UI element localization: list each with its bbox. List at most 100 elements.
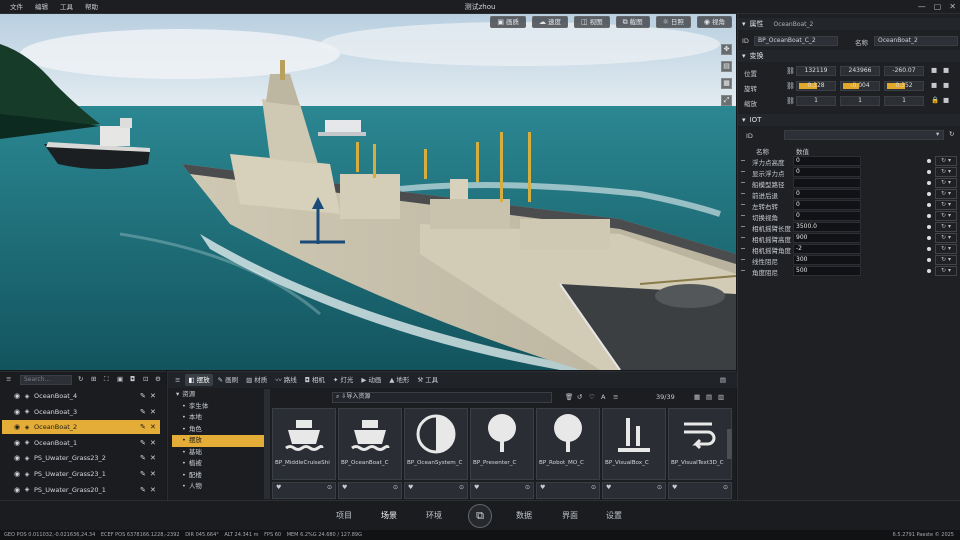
move-icon[interactable]: ✥ (721, 44, 732, 55)
edit-icon[interactable]: ✎ (140, 470, 150, 478)
favorite-icon[interactable]: ♥ (606, 484, 611, 491)
position-z-field[interactable]: -260.07 (884, 66, 924, 76)
edit-icon[interactable]: ✎ (140, 423, 150, 431)
screenshot-icon[interactable]: ▣ (117, 375, 123, 383)
asset-card[interactable]: BP_VisualBox_C (602, 408, 666, 480)
keyframe-icon[interactable] (927, 170, 931, 174)
settings-icon[interactable]: ⚙ (155, 375, 161, 383)
sync-icon[interactable]: ↻ ▾ (935, 178, 957, 188)
edit-icon[interactable]: ✎ (140, 392, 150, 400)
keyframe-icon[interactable] (927, 203, 931, 207)
tab-route[interactable]: 〰路线 (272, 374, 300, 386)
iot-param-value[interactable]: 0 (793, 200, 861, 210)
screenshot-button[interactable]: ⧉ 截图 (615, 16, 650, 28)
nav-project[interactable]: 项目 (336, 510, 352, 521)
id-field[interactable]: BP_OceanBoat_C_2 (754, 36, 838, 46)
nav-scene[interactable]: 场景 (381, 510, 397, 521)
camera-icon[interactable]: ◘ (130, 375, 135, 383)
keyframe-icon[interactable] (927, 159, 931, 163)
history-icon[interactable]: ↺ (577, 393, 582, 401)
collapse-icon[interactable]: ▾ (742, 20, 746, 28)
sync-icon[interactable]: ↻ ▾ (935, 255, 957, 265)
sync-icon[interactable]: ↻ ▾ (935, 266, 957, 276)
lock-icon[interactable]: ⛓ (786, 97, 795, 105)
menu-icon[interactable]: ≡ (172, 374, 183, 386)
chevron-down-icon[interactable]: ▾ (936, 130, 939, 138)
info-icon[interactable]: ⊙ (591, 484, 596, 491)
keyframe-icon[interactable] (927, 192, 931, 196)
keyframe-icon[interactable] (927, 225, 931, 229)
menu-file[interactable]: 文件 (4, 0, 29, 14)
collapse-icon[interactable]: ▾ (742, 52, 746, 60)
sync-icon[interactable]: ↻ ▾ (935, 200, 957, 210)
copy-icon[interactable]: ■ (943, 81, 949, 89)
tree-item[interactable]: • 基础 (172, 447, 264, 459)
keyframe-icon[interactable] (927, 236, 931, 240)
asset-card[interactable]: BP_MiddleCruiseShi (272, 408, 336, 480)
collapse-icon[interactable]: ▾ (742, 116, 746, 124)
sunlight-button[interactable]: ☼ 日照 (655, 16, 691, 28)
tree-item[interactable]: • 人物 (172, 481, 264, 493)
asset-card[interactable]: ♥ ⊙ (338, 482, 402, 499)
tree-item[interactable]: • 角色 (172, 424, 264, 436)
asset-card[interactable]: ♥ ⊙ (404, 482, 468, 499)
tree-item[interactable]: ▾ 资源 (172, 389, 264, 401)
delete-icon[interactable]: 🗑 (565, 393, 573, 401)
speed-button[interactable]: ☁ 速度 (531, 16, 568, 28)
lock-icon[interactable]: ⛓ (786, 67, 795, 75)
reset-icon[interactable]: ■ (931, 81, 937, 89)
scale-x-field[interactable]: 1 (796, 96, 836, 106)
tab-terrain[interactable]: ▲ 地形 (386, 374, 412, 386)
menu-icon[interactable]: ≡ (6, 375, 11, 383)
rotation-x-field[interactable]: 0.328 (796, 81, 836, 91)
favorite-icon[interactable]: ♡ (589, 393, 595, 401)
filter-icon[interactable]: ≡ (613, 393, 618, 401)
fullscreen-icon[interactable]: ⤢ (721, 95, 732, 106)
lock-icon[interactable]: ⛓ (786, 82, 795, 90)
sync-icon[interactable]: ↻ ▾ (935, 222, 957, 232)
view-button[interactable]: ◫ 视图 (573, 16, 610, 28)
info-icon[interactable]: ⊙ (327, 484, 332, 491)
close-icon[interactable]: ✕ (150, 408, 160, 416)
asset-card[interactable]: BP_VisualText3D_C (668, 408, 732, 480)
tab-light[interactable]: ✦ 灯光 (330, 374, 356, 386)
grid-icon[interactable]: ▦ (721, 78, 732, 89)
iot-param-value[interactable]: 0 (793, 211, 861, 221)
position-x-field[interactable]: 132119 (796, 66, 836, 76)
menu-help[interactable]: 帮助 (79, 0, 104, 14)
reset-icon[interactable]: ■ (931, 66, 937, 74)
eye-icon[interactable]: ◉ (12, 454, 22, 462)
sort-icon[interactable]: A (601, 393, 605, 401)
scale-y-field[interactable]: 1 (840, 96, 880, 106)
grid-view-icon[interactable]: ▦ (694, 393, 700, 401)
iot-param-value[interactable]: 300 (793, 255, 861, 265)
rotation-z-field[interactable]: 0.352 (884, 81, 924, 91)
sync-icon[interactable]: ↻ ▾ (935, 211, 957, 221)
tree-item[interactable]: • 本地 (172, 412, 264, 424)
menu-tools[interactable]: 工具 (54, 0, 79, 14)
iot-param-value[interactable]: 3500.0 (793, 222, 861, 232)
quality-button[interactable]: ▣ 画质 (490, 16, 526, 28)
copy-icon[interactable]: ■ (943, 66, 949, 74)
asset-card[interactable]: ♥ ⊙ (470, 482, 534, 499)
keyframe-icon[interactable] (927, 214, 931, 218)
tree-item[interactable]: • 孪生体 (172, 401, 264, 413)
minimize-icon[interactable]: — (918, 0, 926, 14)
outliner-item[interactable]: ◉ ◈ OceanBoat_3 ✎ ✕ (2, 405, 160, 419)
close-icon[interactable]: ✕ (150, 423, 160, 431)
asset-card[interactable]: ♥ ⊙ (668, 482, 732, 499)
maximize-icon[interactable]: ▢ (934, 0, 942, 14)
focus-icon[interactable]: ⛶ (104, 375, 109, 384)
info-icon[interactable]: ⊙ (525, 484, 530, 491)
iot-param-value[interactable]: 500 (793, 266, 861, 276)
layer-icon[interactable]: ▤ (721, 61, 732, 72)
info-icon[interactable]: ⊙ (657, 484, 662, 491)
iot-param-value[interactable]: 0 (793, 156, 861, 166)
outliner-item[interactable]: ◉ ◈ OceanBoat_1 ✎ ✕ (2, 436, 160, 450)
asset-card[interactable]: ♥ ⊙ (536, 482, 600, 499)
eye-icon[interactable]: ◉ (12, 486, 22, 494)
eye-icon[interactable]: ◉ (12, 392, 22, 400)
outliner-item[interactable]: ◉ ◈ OceanBoat_4 ✎ ✕ (2, 389, 160, 403)
tree-item[interactable]: • 摆放 (172, 435, 264, 447)
edit-icon[interactable]: ✎ (140, 486, 150, 494)
